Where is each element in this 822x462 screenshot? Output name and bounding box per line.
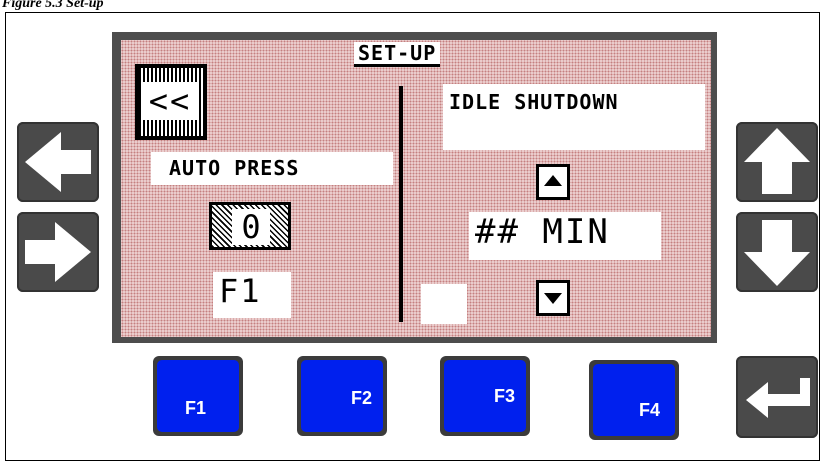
f1-key-label: F1 [185, 398, 207, 418]
figure-caption: Figure 5.3 Set-up [2, 0, 104, 11]
status-indicator [421, 284, 467, 324]
f1-hint-box: F1 [213, 272, 291, 318]
screen-title: SET-UP [354, 42, 441, 67]
auto-press-label-box: AUTO PRESS [151, 152, 393, 185]
idle-shutdown-label: IDLE SHUTDOWN [449, 90, 619, 114]
f3-key-label: F3 [494, 386, 516, 406]
increase-button[interactable] [536, 164, 570, 200]
triangle-up-icon [544, 175, 562, 186]
f1-key[interactable]: F1 [153, 356, 243, 436]
f4-key[interactable]: F4 [589, 360, 679, 440]
idle-shutdown-label-box: IDLE SHUTDOWN [443, 84, 705, 150]
arrow-right-icon [25, 222, 91, 282]
f4-key-label: F4 [639, 400, 661, 420]
auto-press-value-field[interactable]: 0 [209, 202, 291, 250]
right-arrow-key[interactable] [17, 212, 99, 292]
f2-key-label: F2 [351, 388, 373, 408]
f3-key[interactable]: F3 [440, 356, 530, 436]
arrow-left-icon [25, 132, 91, 192]
up-arrow-key[interactable] [736, 122, 818, 202]
idle-shutdown-value: ## MIN [475, 212, 610, 252]
decrease-button[interactable] [536, 280, 570, 316]
arrow-down-icon [744, 220, 810, 286]
back-button[interactable]: << [135, 64, 207, 140]
idle-shutdown-value-box: ## MIN [469, 212, 661, 260]
back-icon: << [141, 82, 199, 120]
lcd-screen: SET-UP << AUTO PRESS 0 F1 IDLE SHUTDOWN … [121, 40, 711, 337]
auto-press-label: AUTO PRESS [169, 156, 300, 180]
enter-icon [746, 378, 810, 418]
screen-divider [399, 86, 403, 322]
down-arrow-key[interactable] [736, 212, 818, 292]
f1-hint-label: F1 [219, 272, 262, 310]
arrow-up-icon [744, 128, 810, 194]
f2-key[interactable]: F2 [297, 356, 387, 436]
triangle-down-icon [544, 293, 562, 304]
left-arrow-key[interactable] [17, 122, 99, 202]
auto-press-value: 0 [232, 208, 270, 246]
enter-key[interactable] [736, 356, 818, 438]
